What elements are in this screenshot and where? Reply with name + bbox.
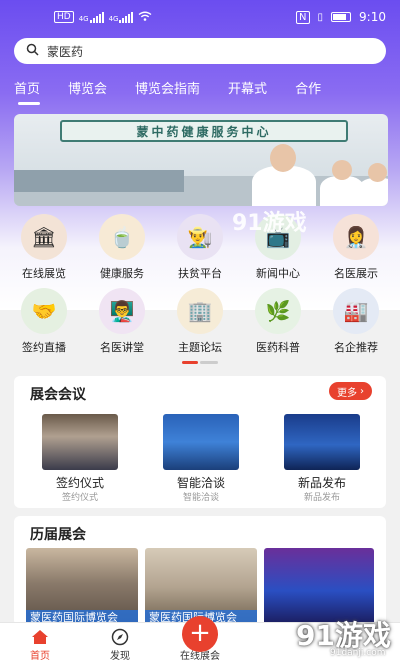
search-icon: [26, 43, 39, 59]
tab-cooperation[interactable]: 合作: [295, 78, 321, 97]
watermark-brand: 91游戏: [232, 211, 307, 236]
nav-discover[interactable]: 发现: [90, 627, 150, 662]
signing-live-icon: 🤝: [21, 288, 67, 334]
compass-icon: [90, 627, 150, 647]
signal-icon: 4G: [78, 11, 104, 23]
medicine-science-icon: 🌿: [255, 288, 301, 334]
company-recommend-icon: 🏭: [333, 288, 379, 334]
banner-nurse-1-head: [332, 160, 352, 180]
category-label: 健康服务: [100, 267, 144, 280]
banner-image[interactable]: 蒙中药健康服务中心: [14, 114, 388, 206]
signal-icon-2: 4G: [108, 11, 134, 23]
category-label: 名医讲堂: [100, 341, 144, 354]
search-bar[interactable]: 蒙医药: [14, 38, 386, 64]
meeting-thumb-signing[interactable]: [42, 414, 118, 470]
category-label: 扶贫平台: [178, 267, 222, 280]
theme-forum-icon: 🏢: [177, 288, 223, 334]
banner-nurse-2: [358, 178, 388, 206]
history-title: 历届展会: [30, 527, 86, 543]
doctor-showcase-icon: 👩‍⚕️: [333, 214, 379, 260]
tab-opening[interactable]: 开幕式: [228, 78, 267, 97]
category-doctor-showcase[interactable]: 👩‍⚕️ 名医展示: [322, 214, 390, 281]
meetings-card: 展会会议 更多 › 签约仪式 签约仪式 智能洽谈 智能洽谈 新品发布 新品发布: [14, 376, 386, 508]
history-thumb-1[interactable]: 蒙医药国际博览会: [26, 548, 138, 626]
tab-expo[interactable]: 博览会: [68, 78, 107, 97]
nfc-icon: N: [296, 10, 310, 24]
clock: 9:10: [359, 10, 386, 24]
status-bar: HD 4G 4G N ▯ 9:10: [0, 0, 400, 34]
banner-sign: 蒙中药健康服务中心: [60, 120, 348, 142]
meeting-thumb-negotiation[interactable]: [163, 414, 239, 470]
meeting-title: 智能洽谈: [176, 476, 225, 490]
tab-expo-guide[interactable]: 博览会指南: [135, 78, 200, 97]
more-label: 更多: [337, 387, 357, 399]
banner-desk: [14, 170, 184, 192]
category-label: 签约直播: [22, 341, 66, 354]
tab-home[interactable]: 首页: [14, 78, 41, 105]
top-tabs: 首页 博览会 博览会指南 开幕式 合作: [0, 72, 400, 105]
meeting-subtitle: 签约仪式: [61, 493, 98, 503]
category-grid: 🏛 在线展览 🍵 健康服务 👨‍🌾 扶贫平台 📺 新闻中心 👩‍⚕️ 名医展示 …: [0, 214, 400, 354]
watermark-logo: 91游戏: [232, 205, 307, 237]
category-signing-live[interactable]: 🤝 签约直播: [10, 288, 78, 355]
category-doctor-lecture[interactable]: 👨‍🏫 名医讲堂: [88, 288, 156, 355]
battery-icon: [331, 12, 352, 22]
search-input[interactable]: 蒙医药: [47, 43, 83, 60]
wifi-icon: [138, 11, 152, 24]
poverty-relief-icon: 👨‍🌾: [177, 214, 223, 260]
category-label: 名企推荐: [334, 341, 378, 354]
meeting-subtitle: 新品发布: [303, 493, 340, 503]
more-button[interactable]: 更多 ›: [329, 382, 372, 400]
plus-icon[interactable]: +: [182, 616, 218, 652]
banner-doctor: [252, 166, 316, 206]
meeting-thumb-product-launch[interactable]: [284, 414, 360, 470]
network-type-label: 4G: [78, 14, 89, 23]
meeting-subtitle: 智能洽谈: [182, 493, 219, 503]
home-icon: [10, 627, 70, 647]
category-company-recommend[interactable]: 🏭 名企推荐: [322, 288, 390, 355]
meeting-title: 新品发布: [297, 476, 346, 490]
nav-label: 发现: [110, 651, 130, 662]
nav-label: 首页: [30, 651, 50, 662]
category-label: 新闻中心: [256, 267, 300, 280]
banner-nurse-2-head: [368, 163, 387, 182]
category-label: 在线展览: [22, 267, 66, 280]
category-online-exhibition[interactable]: 🏛 在线展览: [10, 214, 78, 281]
page-indicator: [182, 361, 218, 364]
hd-indicator: HD: [54, 11, 74, 23]
watermark-url: 91danji.com: [330, 648, 386, 658]
category-label: 名医展示: [334, 267, 378, 280]
category-health-service[interactable]: 🍵 健康服务: [88, 214, 156, 281]
health-service-icon: 🍵: [99, 214, 145, 260]
history-card: 历届展会 蒙医药国际博览会 蒙医药国际博览会: [14, 516, 386, 626]
category-label: 医药科普: [256, 341, 300, 354]
nav-home[interactable]: 首页: [10, 627, 70, 662]
chevron-right-icon: ›: [360, 385, 364, 397]
category-poverty-relief[interactable]: 👨‍🌾 扶贫平台: [166, 214, 234, 281]
network-type-label-2: 4G: [108, 14, 119, 23]
banner-doctor-head: [270, 144, 296, 172]
category-medicine-science[interactable]: 🌿 医药科普: [244, 288, 312, 355]
meetings-title: 展会会议: [30, 387, 86, 403]
meeting-title: 签约仪式: [55, 476, 104, 490]
doctor-lecture-icon: 👨‍🏫: [99, 288, 145, 334]
exhibition-icon: 🏛: [21, 214, 67, 260]
history-thumb-2[interactable]: 蒙医药国际博览会: [145, 548, 257, 626]
vibrate-icon: ▯: [317, 11, 324, 23]
category-theme-forum[interactable]: 🏢 主题论坛: [166, 288, 234, 355]
category-label: 主题论坛: [178, 341, 222, 354]
